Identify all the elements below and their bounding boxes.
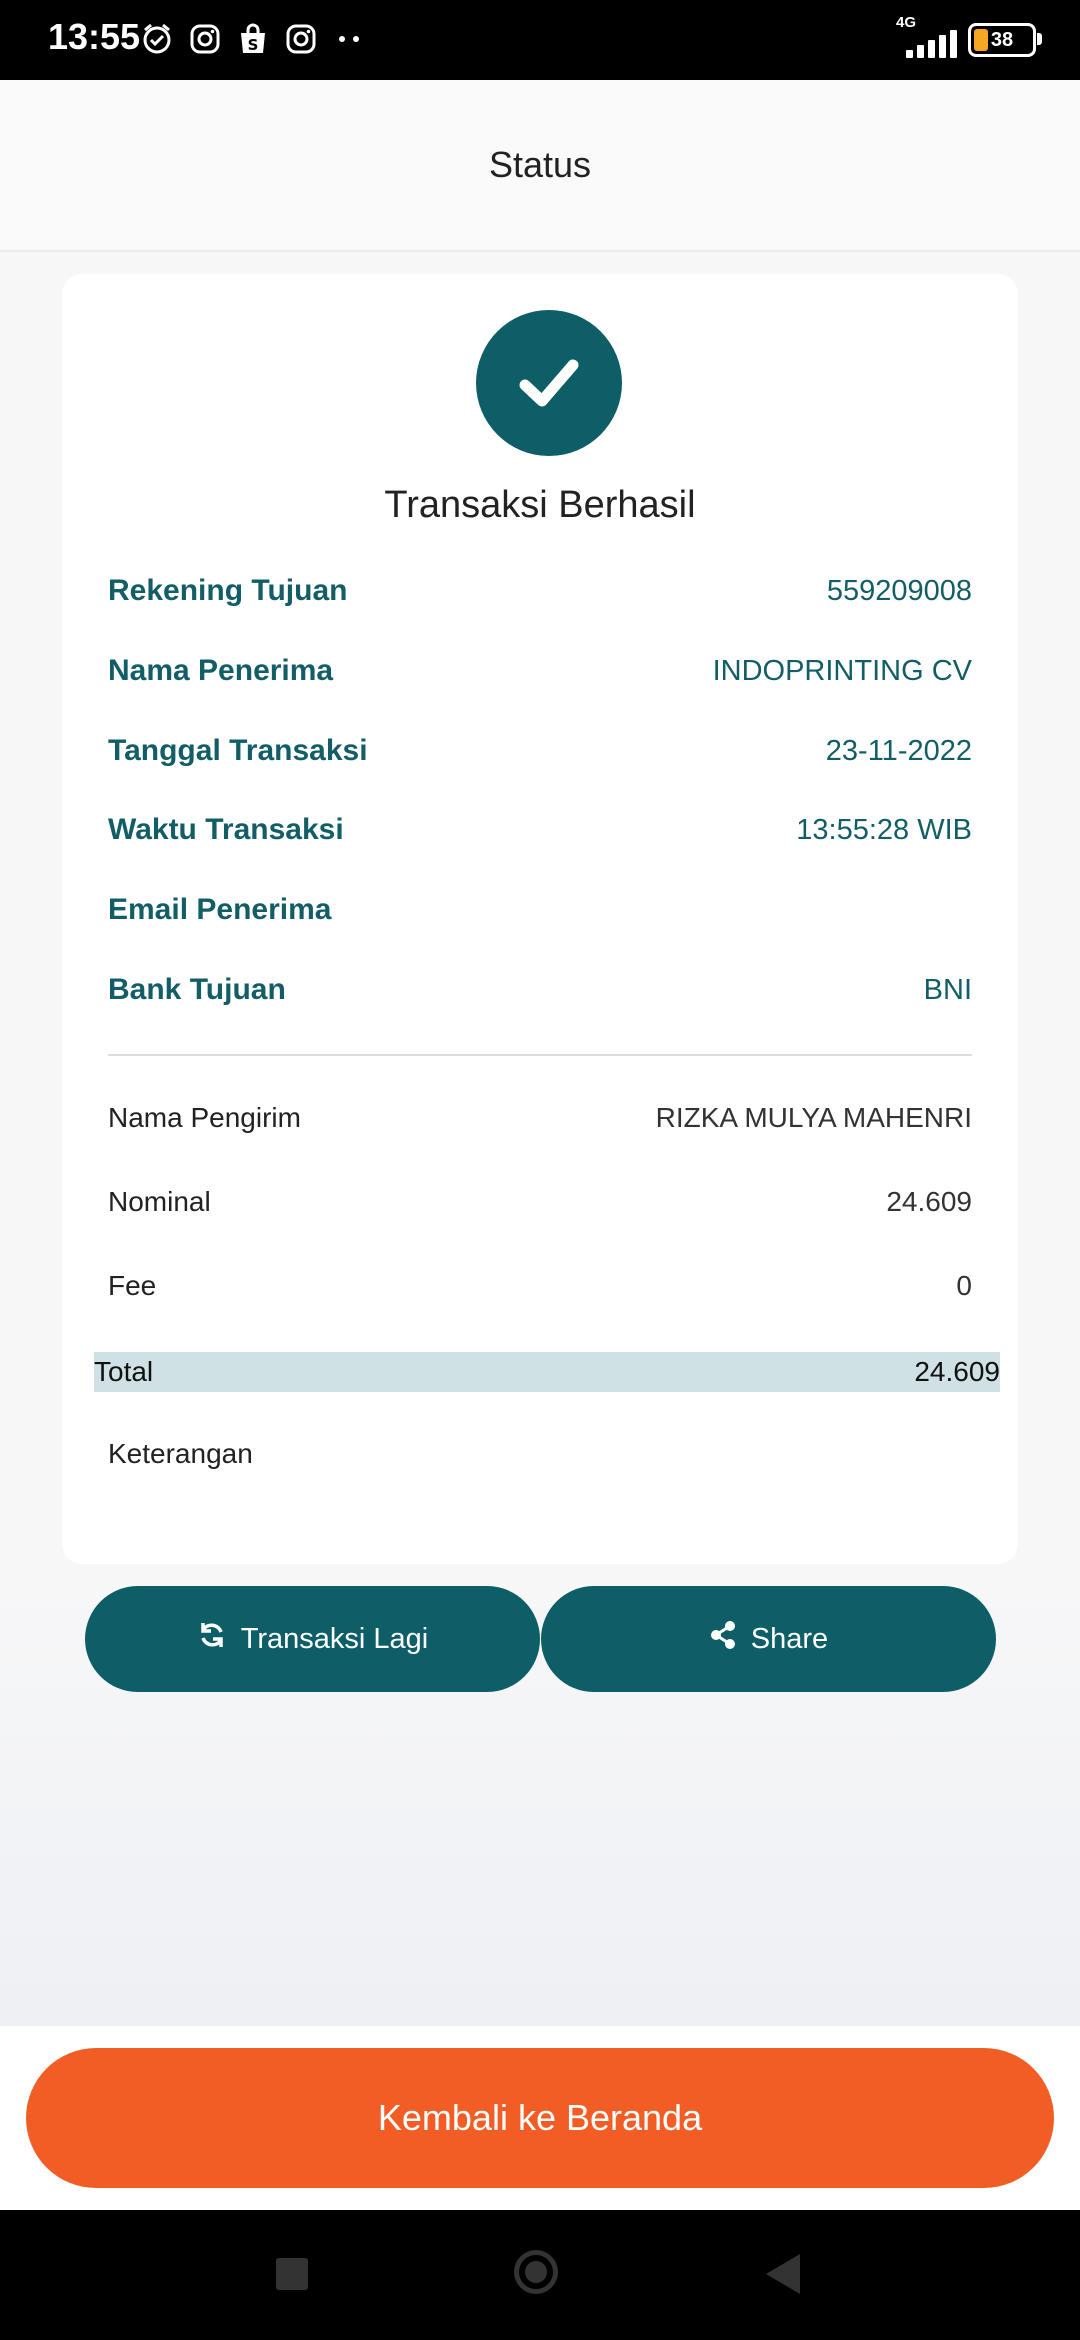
detail-row-rekening-tujuan: Rekening Tujuan 559209008 [108, 574, 972, 608]
detail-label: Nominal [108, 1186, 211, 1217]
status-bar: 13:55 S 4G 38 [0, 0, 1080, 80]
detail-value: 23-11-2022 [825, 734, 972, 767]
total-value: 24.609 [914, 1356, 1000, 1387]
detail-label: Fee [108, 1270, 157, 1301]
network-type: 4G [896, 14, 917, 31]
detail-label: Waktu Transaksi [108, 813, 344, 846]
detail-row-nominal: Nominal 24.609 [108, 1186, 972, 1218]
recent-apps-icon[interactable] [276, 2258, 308, 2290]
detail-row-fee: Fee 0 [108, 1270, 972, 1302]
back-to-home-label: Kembali ke Beranda [377, 2097, 703, 2138]
detail-label: Tanggal Transaksi [108, 734, 368, 767]
detail-row-email-penerima: Email Penerima [108, 893, 972, 927]
detail-label: Nama Penerima [108, 654, 334, 687]
check-circle-icon [476, 310, 622, 456]
detail-row-nama-pengirim: Nama Pengirim RIZKA MULYA MAHENRI [108, 1102, 972, 1134]
more-notifications-icon [332, 22, 366, 56]
detail-value: 24.609 [886, 1186, 972, 1217]
detail-label: Email Penerima [108, 893, 332, 926]
transaksi-lagi-label: Transaksi Lagi [240, 1622, 429, 1655]
detail-value: INDOPRINTING CV [712, 654, 972, 687]
page-title: Status [488, 144, 592, 185]
detail-value: 0 [956, 1270, 972, 1301]
refresh-icon [197, 1620, 227, 1658]
transaksi-lagi-button[interactable]: Transaksi Lagi [85, 1586, 540, 1692]
shopee-icon: S [236, 22, 270, 56]
home-icon[interactable] [514, 2250, 558, 2294]
share-label: Share [750, 1622, 829, 1655]
detail-value: 559209008 [826, 574, 972, 607]
detail-label: Bank Tujuan [108, 973, 286, 1006]
back-icon[interactable] [766, 2254, 800, 2294]
alarm-icon [140, 22, 174, 56]
total-label: Total [94, 1356, 154, 1387]
detail-value: RIZKA MULYA MAHENRI [655, 1102, 972, 1133]
app-bar: Status [0, 80, 1080, 252]
detail-label: Keterangan [108, 1438, 253, 1469]
back-to-home-button[interactable]: Kembali ke Beranda [26, 2048, 1054, 2188]
share-icon [709, 1620, 737, 1658]
detail-label: Rekening Tujuan [108, 574, 348, 607]
detail-row-bank-tujuan: Bank Tujuan BNI [108, 973, 972, 1007]
receipt-card: Transaksi Berhasil Rekening Tujuan 55920… [62, 274, 1018, 1564]
detail-label: Nama Pengirim [108, 1102, 301, 1133]
clock: 13:55 [48, 16, 141, 57]
detail-value: BNI [923, 973, 972, 1006]
detail-row-nama-penerima: Nama Penerima INDOPRINTING CV [108, 654, 972, 688]
share-button[interactable]: Share [541, 1586, 996, 1692]
battery-level: 38 [990, 28, 1014, 51]
signal-icon: 4G [894, 14, 957, 62]
battery-icon: 38 [968, 23, 1042, 57]
result-title: Transaksi Berhasil [384, 484, 696, 526]
detail-row-tanggal-transaksi: Tanggal Transaksi 23-11-2022 [108, 734, 972, 768]
detail-value: 13:55:28 WIB [796, 813, 972, 846]
instagram-icon [284, 22, 318, 56]
divider [108, 1054, 972, 1056]
total-row: Total 24.609 [94, 1352, 1000, 1392]
detail-row-waktu-transaksi: Waktu Transaksi 13:55:28 WIB [108, 813, 972, 847]
svg-text:S: S [248, 36, 259, 54]
instagram-icon [188, 22, 222, 56]
detail-row-keterangan: Keterangan [108, 1438, 972, 1470]
